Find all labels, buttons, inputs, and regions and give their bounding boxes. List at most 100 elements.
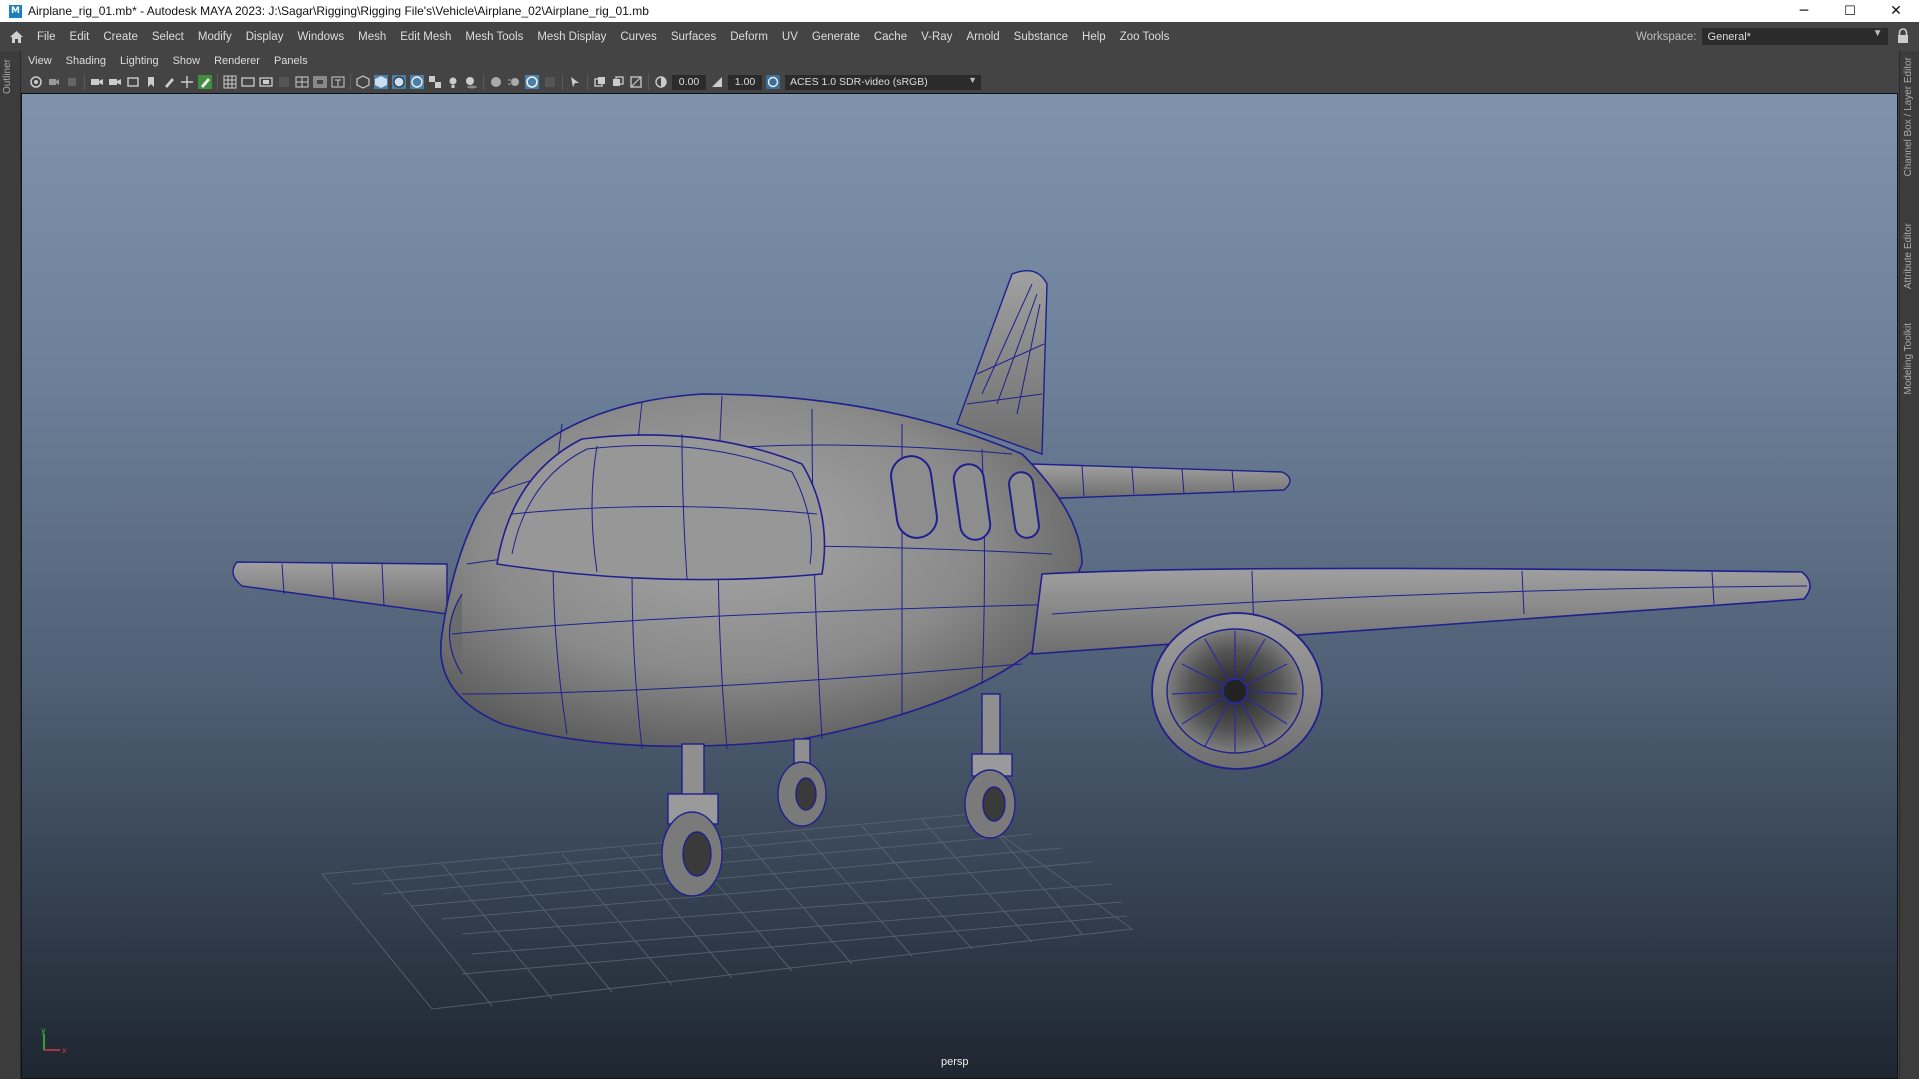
panel-toolbar: 0.00 1.00 ACES 1.0 SDR-video (sRGB) ▼: [21, 71, 1898, 94]
minimize-button[interactable]: ─: [1781, 0, 1827, 22]
tab-outliner[interactable]: Outliner: [2, 59, 13, 94]
grid-icon[interactable]: [223, 75, 237, 89]
tab-modeling-toolkit[interactable]: Modeling Toolkit: [1903, 323, 1914, 395]
axis-y-label: y: [41, 1026, 46, 1035]
home-icon[interactable]: [2, 23, 30, 51]
backface-culling-icon[interactable]: [629, 75, 643, 89]
film-gate-icon[interactable]: [241, 75, 255, 89]
exposure-field[interactable]: 0.00: [672, 74, 706, 90]
isolate-select-icon[interactable]: [568, 75, 582, 89]
panel-menu-lighting[interactable]: Lighting: [113, 55, 166, 67]
window-titlebar: M Airplane_rig_01.mb* - Autodesk MAYA 20…: [0, 0, 1919, 22]
menu-edit-mesh[interactable]: Edit Mesh: [393, 31, 458, 43]
airplane-model-render: [232, 270, 1811, 1010]
view-transform-value: ACES 1.0 SDR-video (sRGB): [790, 76, 928, 88]
workspace-value: General*: [1707, 30, 1751, 43]
menu-cache[interactable]: Cache: [867, 31, 914, 43]
jet-engine: [1151, 612, 1323, 770]
bookmark-flag-icon[interactable]: [144, 75, 158, 89]
lights-icon[interactable]: [446, 75, 460, 89]
window-title: Airplane_rig_01.mb* - Autodesk MAYA 2023…: [28, 4, 649, 18]
depth-of-field-icon[interactable]: [543, 75, 557, 89]
select-camera-icon[interactable]: [29, 75, 43, 89]
motion-blur-icon[interactable]: [507, 75, 521, 89]
wireframe-icon[interactable]: [356, 75, 370, 89]
maximize-button[interactable]: ☐: [1827, 0, 1873, 22]
textured-icon[interactable]: [428, 75, 442, 89]
lock-icon[interactable]: [1896, 28, 1910, 44]
shadows-icon[interactable]: [464, 75, 478, 89]
menu-help[interactable]: Help: [1075, 31, 1113, 43]
main-menubar: File Edit Create Select Modify Display W…: [0, 22, 1919, 51]
menu-zoo-tools[interactable]: Zoo Tools: [1113, 31, 1177, 43]
color-management-icon[interactable]: [766, 75, 780, 89]
workspace-label: Workspace:: [1636, 30, 1697, 43]
safe-title-icon[interactable]: [331, 75, 345, 89]
tab-channel-box[interactable]: Channel Box / Layer Editor: [1903, 57, 1914, 177]
grease-pencil-icon[interactable]: [162, 75, 176, 89]
panel-menu-shading[interactable]: Shading: [59, 55, 113, 67]
smooth-shade-icon[interactable]: [374, 75, 388, 89]
camera-lock-icon[interactable]: [108, 75, 122, 89]
gate-mask-icon[interactable]: [277, 75, 291, 89]
menu-file[interactable]: File: [30, 31, 63, 43]
menu-select[interactable]: Select: [145, 31, 191, 43]
camera-attributes-icon[interactable]: [47, 75, 61, 89]
tail-fin: [956, 270, 1048, 455]
ground-grid: [321, 813, 1134, 1010]
wireframe-on-shaded-icon[interactable]: [392, 75, 406, 89]
workspace-dropdown[interactable]: General* ▼: [1701, 28, 1888, 45]
film-camera-icon[interactable]: [90, 75, 104, 89]
menu-mesh[interactable]: Mesh: [351, 31, 393, 43]
panel-menu-panels[interactable]: Panels: [267, 55, 315, 67]
menu-windows[interactable]: Windows: [290, 31, 351, 43]
view-axis-gizmo: y x: [41, 1026, 67, 1055]
panel-menu-renderer[interactable]: Renderer: [207, 55, 267, 67]
left-tab-strip: Outliner: [0, 51, 21, 1079]
field-chart-icon[interactable]: [295, 75, 309, 89]
menu-create[interactable]: Create: [96, 31, 145, 43]
menu-modify[interactable]: Modify: [191, 31, 239, 43]
antialiasing-icon[interactable]: [525, 75, 539, 89]
tab-attribute-editor[interactable]: Attribute Editor: [1903, 223, 1914, 289]
menu-arnold[interactable]: Arnold: [959, 31, 1006, 43]
menu-generate[interactable]: Generate: [805, 31, 867, 43]
xray-icon[interactable]: [410, 75, 424, 89]
2d-pan-zoom-icon[interactable]: [180, 75, 194, 89]
menu-display[interactable]: Display: [239, 31, 291, 43]
gamma-icon[interactable]: [710, 75, 724, 89]
chevron-down-icon: ▼: [1872, 28, 1883, 39]
horizontal-stabilizer: [1031, 463, 1291, 500]
close-button[interactable]: ✕: [1873, 0, 1919, 22]
menu-curves[interactable]: Curves: [613, 31, 663, 43]
menu-deform[interactable]: Deform: [723, 31, 775, 43]
menu-mesh-tools[interactable]: Mesh Tools: [458, 31, 530, 43]
workspace-selector: Workspace: General* ▼: [1636, 22, 1888, 51]
axis-x-label: x: [62, 1046, 67, 1055]
menu-edit[interactable]: Edit: [63, 31, 97, 43]
maya-app-icon: M: [9, 4, 22, 18]
menu-vray[interactable]: V-Ray: [914, 31, 959, 43]
xray-joints-icon[interactable]: [593, 75, 607, 89]
ambient-occlusion-icon[interactable]: [489, 75, 503, 89]
image-plane-icon[interactable]: [126, 75, 140, 89]
grease-pencil-active-icon[interactable]: [198, 75, 212, 89]
xray-active-components-icon[interactable]: [611, 75, 625, 89]
right-wing: [1031, 567, 1811, 655]
chevron-down-icon: ▼: [968, 74, 977, 85]
panel-menu-show[interactable]: Show: [166, 55, 208, 67]
view-transform-dropdown[interactable]: ACES 1.0 SDR-video (sRGB) ▼: [785, 74, 981, 90]
menu-uv[interactable]: UV: [775, 31, 805, 43]
menu-substance[interactable]: Substance: [1007, 31, 1075, 43]
bookmark-icon[interactable]: [65, 75, 79, 89]
menu-surfaces[interactable]: Surfaces: [664, 31, 723, 43]
right-tab-strip: Channel Box / Layer Editor Attribute Edi…: [1899, 51, 1919, 1079]
resolution-gate-icon[interactable]: [259, 75, 273, 89]
safe-action-icon[interactable]: [313, 75, 327, 89]
viewport-persp[interactable]: y x persp: [21, 93, 1898, 1079]
panel-menu-view[interactable]: View: [21, 55, 59, 67]
exposure-icon[interactable]: [654, 75, 668, 89]
gamma-field[interactable]: 1.00: [728, 74, 762, 90]
menu-mesh-display[interactable]: Mesh Display: [530, 31, 613, 43]
left-wing: [232, 561, 448, 615]
